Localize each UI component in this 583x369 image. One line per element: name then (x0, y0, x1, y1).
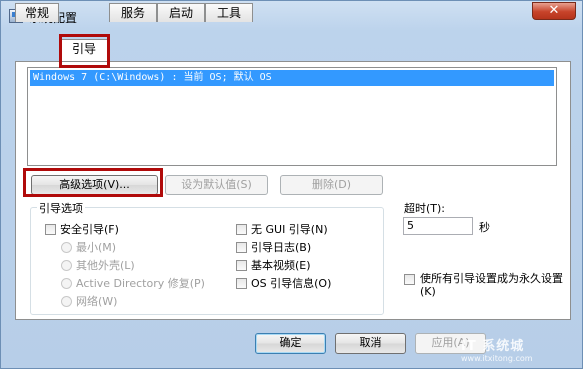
minimal-label: 最小(M) (76, 241, 117, 254)
base-video-label: 基本视频(E) (251, 259, 311, 272)
no-gui-checkbox[interactable]: 无 GUI 引导(N) (236, 223, 328, 237)
delete-button[interactable]: 删除(D) (280, 175, 383, 195)
checkbox-box[interactable] (45, 224, 56, 235)
timeout-label: 超时(T): (404, 202, 446, 215)
minimal-radio[interactable]: 最小(M) (61, 241, 116, 255)
safe-boot-checkbox[interactable]: 安全引导(F) (45, 223, 119, 237)
network-label: 网络(W) (76, 295, 118, 308)
radio-circle[interactable] (61, 242, 72, 253)
radio-circle[interactable] (61, 296, 72, 307)
tab-services[interactable]: 服务 (109, 3, 157, 22)
watermark: IT 系统城 www.itxitong.com (461, 335, 533, 363)
persist-settings-checkbox[interactable]: 使所有引导设置成为永久设置(K) (404, 272, 564, 298)
boot-log-checkbox[interactable]: 引导日志(B) (236, 241, 311, 255)
tab-tools[interactable]: 工具 (205, 3, 253, 22)
checkbox-box[interactable] (236, 260, 247, 271)
ad-repair-radio[interactable]: Active Directory 修复(P) (61, 277, 205, 291)
tab-general[interactable]: 常规 (15, 3, 59, 22)
title-bar[interactable]: 系统配置 ✕ (1, 1, 583, 31)
close-button[interactable]: ✕ (532, 2, 576, 20)
set-default-button[interactable]: 设为默认值(S) (165, 175, 268, 195)
os-boot-info-checkbox[interactable]: OS 引导信息(O) (236, 277, 331, 291)
list-item[interactable]: Windows 7 (C:\Windows) : 当前 OS; 默认 OS (30, 70, 554, 86)
boot-log-label: 引导日志(B) (251, 241, 312, 254)
boot-os-list[interactable]: Windows 7 (C:\Windows) : 当前 OS; 默认 OS (27, 67, 557, 166)
ad-repair-label: Active Directory 修复(P) (76, 277, 205, 290)
tab-startup[interactable]: 启动 (157, 3, 205, 22)
highlight-box-advanced (23, 168, 163, 197)
radio-circle[interactable] (61, 278, 72, 289)
alternate-shell-label: 其他外壳(L) (76, 259, 135, 272)
radio-circle[interactable] (61, 260, 72, 271)
network-checkbox[interactable]: 网络(W) (61, 295, 117, 309)
safe-boot-label: 安全引导(F) (60, 223, 119, 236)
timeout-unit: 秒 (479, 221, 490, 234)
system-config-window: 系统配置 ✕ 常规 引导 服务 启动 工具 Windows 7 (C:\Wind… (0, 0, 583, 369)
ok-button[interactable]: 确定 (255, 333, 326, 354)
highlight-box-boot-tab (59, 34, 110, 68)
checkbox-box[interactable] (236, 278, 247, 289)
os-boot-info-label: OS 引导信息(O) (251, 277, 332, 290)
checkbox-box[interactable] (236, 242, 247, 253)
watermark-url: www.itxitong.com (461, 354, 533, 363)
alternate-shell-radio[interactable]: 其他外壳(L) (61, 259, 135, 273)
base-video-checkbox[interactable]: 基本视频(E) (236, 259, 311, 273)
persist-settings-label: 使所有引导设置成为永久设置(K) (420, 272, 563, 298)
watermark-text: IT 系统城 (461, 339, 525, 354)
checkbox-box[interactable] (404, 274, 415, 285)
no-gui-label: 无 GUI 引导(N) (251, 223, 328, 236)
checkbox-box[interactable] (236, 224, 247, 235)
cancel-button[interactable]: 取消 (335, 333, 406, 354)
timeout-input[interactable]: 5 (403, 217, 473, 235)
boot-options-title: 引导选项 (37, 200, 85, 216)
